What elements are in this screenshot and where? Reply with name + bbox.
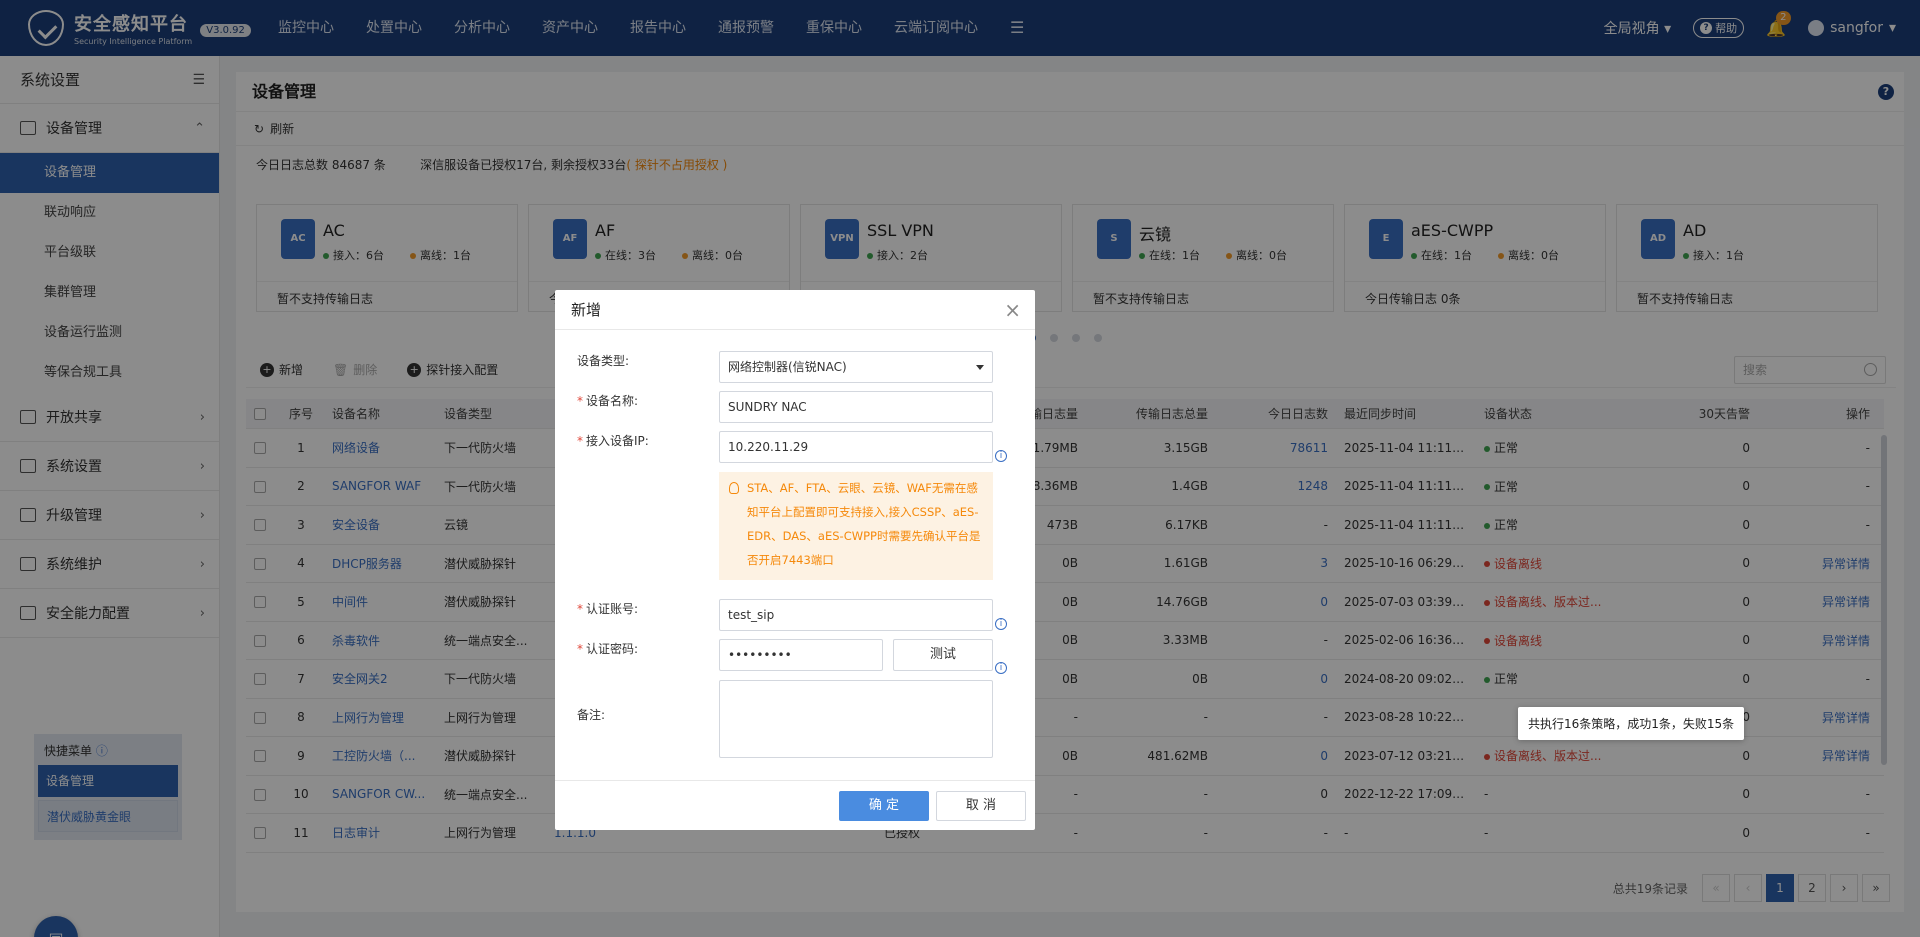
account-input[interactable]: test_sip [719, 599, 993, 631]
password-input[interactable]: ••••••••• [719, 639, 883, 671]
strategy-tooltip: 共执行16条策略，成功1条，失败15条 [1518, 707, 1745, 740]
password-label: 认证密码: [586, 642, 639, 656]
add-device-dialog: 新增 × 设备类型: 网络控制器(信锐NAC) * 设备名称: SUNDRY NA… [555, 290, 1035, 830]
close-icon[interactable]: × [1004, 290, 1021, 330]
device-ip-label: 接入设备IP: [586, 434, 649, 448]
remark-textarea[interactable] [719, 680, 993, 758]
dialog-footer: 确 定 取 消 [555, 780, 1035, 830]
device-name-input[interactable]: SUNDRY NAC [719, 391, 993, 423]
lightbulb-icon [729, 482, 739, 494]
dialog-title: 新增 [571, 301, 602, 319]
info-icon[interactable]: i [995, 450, 1007, 462]
info-icon[interactable]: i [995, 662, 1007, 674]
dialog-header: 新增 × [555, 290, 1035, 330]
cancel-button[interactable]: 取 消 [936, 791, 1026, 821]
info-icon[interactable]: i [995, 618, 1007, 630]
device-type-label: 设备类型: [577, 354, 630, 368]
confirm-button[interactable]: 确 定 [839, 791, 929, 821]
device-name-label: 设备名称: [586, 394, 639, 408]
test-button[interactable]: 测试 [893, 639, 993, 671]
access-tip: STA、AF、FTA、云眼、云镜、WAF无需在感知平台上配置即可支持接入,接入C… [719, 472, 993, 580]
remark-label: 备注: [577, 708, 606, 722]
device-ip-input[interactable]: 10.220.11.29 [719, 431, 993, 463]
device-type-select[interactable]: 网络控制器(信锐NAC) [719, 351, 993, 383]
account-label: 认证账号: [586, 602, 639, 616]
